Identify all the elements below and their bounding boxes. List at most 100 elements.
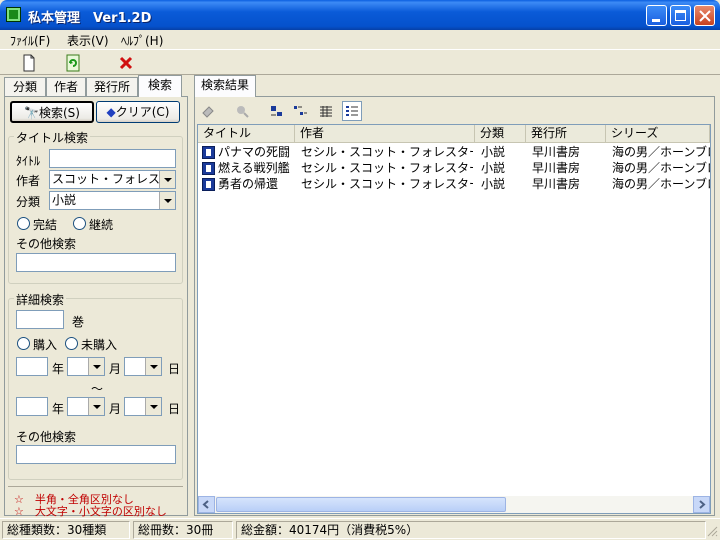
menu-view[interactable]: 表示(V) <box>67 32 109 49</box>
bought-radio[interactable] <box>17 337 30 350</box>
column-header-publisher[interactable]: 発行所 <box>526 125 606 143</box>
delete-button[interactable] <box>115 52 137 74</box>
detail-other-input[interactable] <box>16 445 176 464</box>
other-search-label: その他検索 <box>16 237 77 251</box>
chevron-right-icon <box>699 500 706 509</box>
chevron-down-icon[interactable] <box>159 192 175 209</box>
table-row[interactable]: 燃える戦列艦 セシル・スコット・フォレスター 小説 早川書房 海の男／ホーンブロ… <box>198 160 710 176</box>
details-view-button[interactable] <box>342 101 362 121</box>
from-year-input[interactable] <box>16 357 48 376</box>
menu-help[interactable]: ﾍﾙﾌﾟ(H) <box>121 32 163 49</box>
tab-search[interactable]: 検索 <box>138 75 182 97</box>
cell-author: セシル・スコット・フォレスター <box>301 145 473 159</box>
category-combobox[interactable]: 小説 <box>49 191 176 210</box>
magnifier-icon <box>237 106 249 118</box>
toolbar <box>0 49 720 75</box>
to-year-input[interactable] <box>16 397 48 416</box>
chevron-down-icon[interactable] <box>145 398 161 415</box>
menu-bar: ﾌｧｲﾙ(F) 表示(V) ﾍﾙﾌﾟ(H) <box>0 30 720 49</box>
cell-publisher: 早川書房 <box>532 161 581 175</box>
horizontal-scrollbar[interactable] <box>198 496 710 513</box>
small-icons-icon <box>294 106 307 115</box>
note-case: ☆ 大文字・小文字の区別なし <box>14 505 167 518</box>
status-total-amount: 総金額：40174円（消費税5%） <box>236 521 706 539</box>
column-header-author[interactable]: 作者 <box>295 125 475 143</box>
find-tool-button[interactable] <box>234 103 250 119</box>
maximize-button[interactable] <box>670 5 691 26</box>
new-file-icon <box>23 54 35 72</box>
scroll-right-button[interactable] <box>693 496 710 513</box>
results-list[interactable]: タイトル 作者 分類 発行所 シリーズ パナマの死闘 セシル・スコット・フォレス… <box>197 124 711 514</box>
cell-series: 海の男／ホーンブロワー <box>612 177 710 191</box>
minimize-icon <box>652 19 660 22</box>
to-day-select[interactable] <box>124 397 162 416</box>
delete-x-icon <box>119 56 133 70</box>
status-total-kinds: 総種類数：30種類 <box>2 521 130 539</box>
book-icon <box>202 146 215 159</box>
refresh-icon <box>66 54 80 72</box>
list-view-button[interactable] <box>318 103 334 119</box>
large-icons-icon <box>271 106 282 116</box>
tab-publisher[interactable]: 発行所 <box>86 77 138 97</box>
continue-label: 継続 <box>89 218 114 232</box>
from-day-label: 日 <box>168 362 181 376</box>
cell-author: セシル・スコット・フォレスター <box>301 161 473 175</box>
author-combobox[interactable]: スコット・フォレスター <box>49 170 176 189</box>
cell-category: 小説 <box>481 177 506 191</box>
table-row[interactable]: 勇者の帰還 セシル・スコット・フォレスター 小説 早川書房 海の男／ホーンブロワ… <box>198 176 710 192</box>
title-input[interactable] <box>49 149 176 168</box>
search-button[interactable]: 🔭検索(S) <box>10 101 94 123</box>
resize-grip-icon[interactable] <box>706 525 718 537</box>
continue-radio[interactable] <box>73 217 86 230</box>
list-view-icon <box>320 106 332 117</box>
scroll-left-button[interactable] <box>198 496 215 513</box>
app-icon <box>6 7 21 22</box>
table-row[interactable]: パナマの死闘 セシル・スコット・フォレスター 小説 早川書房 海の男／ホーンブロ… <box>198 144 710 160</box>
window-title: 私本管理 Ver1.2D <box>28 11 152 26</box>
status-total-books: 総冊数：30冊 <box>133 521 233 539</box>
tab-author[interactable]: 作者 <box>46 77 86 97</box>
to-day-label: 日 <box>168 402 181 416</box>
from-day-select[interactable] <box>124 357 162 376</box>
detail-other-label: その他検索 <box>16 430 77 444</box>
chevron-down-icon[interactable] <box>88 398 104 415</box>
new-button[interactable] <box>18 52 40 74</box>
volume-input[interactable] <box>16 310 64 329</box>
to-month-label: 月 <box>109 402 122 416</box>
column-header-series[interactable]: シリーズ <box>606 125 710 143</box>
details-view-icon <box>346 106 358 116</box>
book-icon <box>202 178 215 191</box>
cell-title: 燃える戦列艦 <box>218 161 290 175</box>
other-search-input[interactable] <box>16 253 176 272</box>
menu-file[interactable]: ﾌｧｲﾙ(F) <box>10 32 50 49</box>
column-header-title[interactable]: タイトル <box>198 125 295 143</box>
not-bought-radio[interactable] <box>65 337 78 350</box>
volume-label: 巻 <box>72 315 85 329</box>
cell-title: パナマの死闘 <box>218 145 291 159</box>
scroll-thumb[interactable] <box>216 497 506 512</box>
divider <box>8 486 183 487</box>
column-header-category[interactable]: 分類 <box>475 125 526 143</box>
complete-radio[interactable] <box>17 217 30 230</box>
clear-button[interactable]: ◆クリア(C) <box>96 101 180 123</box>
eraser-icon: ◆ <box>106 105 116 119</box>
category-value: 小説 <box>52 193 77 207</box>
small-icons-button[interactable] <box>292 103 308 119</box>
chevron-down-icon[interactable] <box>159 171 175 188</box>
to-month-select[interactable] <box>67 397 105 416</box>
chevron-down-icon[interactable] <box>145 358 161 375</box>
eraser-icon <box>202 106 214 118</box>
from-month-select[interactable] <box>67 357 105 376</box>
large-icons-button[interactable] <box>268 103 284 119</box>
minimize-button[interactable] <box>646 5 667 26</box>
tab-category[interactable]: 分類 <box>4 77 46 97</box>
close-button[interactable] <box>694 5 715 26</box>
to-year-label: 年 <box>52 402 65 416</box>
tab-search-results[interactable]: 検索結果 <box>194 75 256 97</box>
title-label: ﾀｲﾄﾙ <box>16 154 41 168</box>
title-bar[interactable]: 私本管理 Ver1.2D <box>0 0 720 30</box>
chevron-down-icon[interactable] <box>88 358 104 375</box>
eraser-tool-button[interactable] <box>200 103 216 119</box>
refresh-button[interactable] <box>62 52 84 74</box>
detail-search-group-label: 詳細検索 <box>14 291 67 308</box>
